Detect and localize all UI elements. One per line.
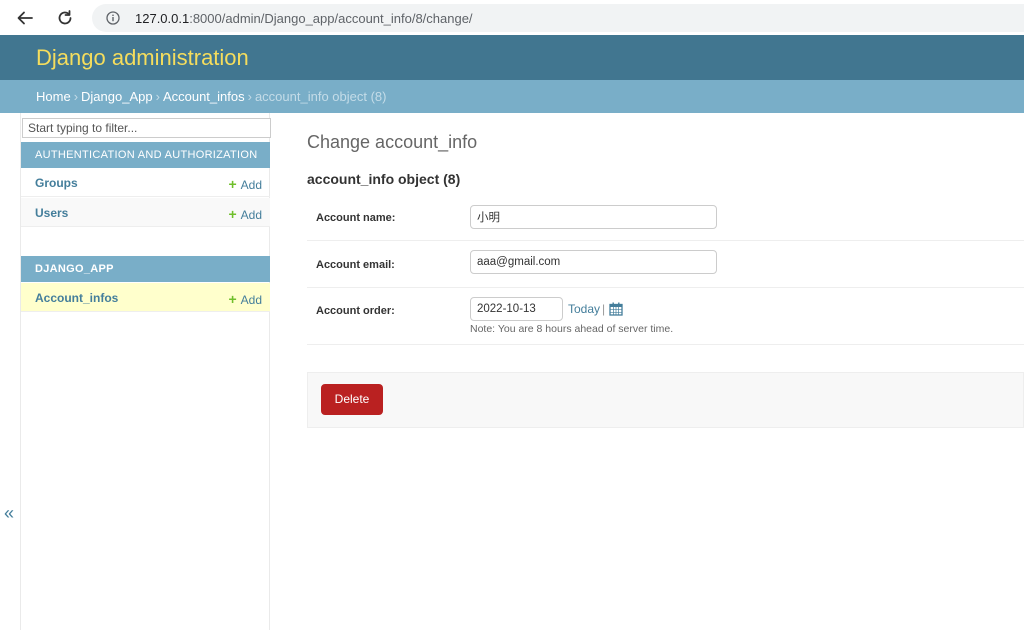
url-host: 127.0.0.1 — [135, 11, 190, 26]
module-caption-auth[interactable]: AUTHENTICATION AND AUTHORIZATION — [21, 142, 270, 168]
breadcrumb-separator: › — [73, 89, 79, 104]
account-order-label: Account order: — [316, 305, 395, 317]
browser-toolbar: 127.0.0.1:8000/admin/Django_app/account_… — [0, 0, 1024, 35]
form-row-account-name: Account name: — [307, 194, 1024, 241]
account-email-field[interactable] — [470, 250, 717, 274]
module-caption-django-app[interactable]: DJANGO_APP — [21, 256, 270, 282]
reload-icon — [58, 10, 72, 25]
form-row-account-email: Account email: — [307, 241, 1024, 288]
reload-button[interactable] — [52, 5, 78, 31]
account-name-label: Account name: — [316, 212, 396, 224]
page-title: Change account_info — [307, 132, 478, 152]
url-path: :8000/admin/Django_app/account_info/8/ch… — [189, 11, 473, 26]
plus-icon: + — [228, 176, 237, 192]
add-label: Add — [240, 208, 262, 222]
account-order-date-field[interactable] — [470, 297, 563, 321]
breadcrumb-separator: › — [155, 89, 160, 104]
timezone-help-text: Note: You are 8 hours ahead of server ti… — [470, 323, 674, 335]
sidebar-item-groups[interactable]: Groups + Add — [21, 168, 270, 197]
site-title[interactable]: Django administration — [36, 45, 249, 71]
sidebar-item-account-infos[interactable]: Account_infos + Add — [21, 283, 270, 312]
account-name-field[interactable] — [470, 205, 717, 229]
breadcrumb-app[interactable]: Django_App — [81, 89, 153, 104]
add-users-link[interactable]: + Add — [228, 206, 262, 222]
model-link-account-infos[interactable]: Account_infos — [35, 291, 118, 305]
add-label: Add — [240, 178, 262, 192]
delete-button[interactable]: Delete — [321, 384, 383, 415]
plus-icon: + — [228, 206, 237, 222]
back-arrow-icon — [17, 11, 33, 25]
object-title: account_info object (8) — [307, 171, 461, 187]
breadcrumb-current: account_info object (8) — [254, 89, 387, 104]
info-icon[interactable] — [106, 11, 120, 25]
address-bar[interactable]: 127.0.0.1:8000/admin/Django_app/account_… — [92, 4, 1024, 32]
calendar-icon[interactable] — [609, 302, 623, 316]
add-account-infos-link[interactable]: + Add — [228, 291, 262, 307]
model-link-groups[interactable]: Groups — [35, 176, 78, 190]
add-groups-link[interactable]: + Add — [228, 176, 262, 192]
submit-row: Delete — [307, 372, 1024, 428]
toggle-nav-sidebar[interactable]: « — [4, 503, 14, 524]
site-header: Django administration — [0, 35, 1024, 80]
breadcrumb-separator: › — [247, 89, 252, 104]
form-row-account-order: Account order: Today | Note: You are 8 h… — [307, 288, 1024, 345]
account-email-label: Account email: — [316, 259, 395, 271]
model-link-users[interactable]: Users — [35, 206, 68, 220]
breadcrumb-home[interactable]: Home — [36, 89, 71, 104]
today-link[interactable]: Today — [568, 302, 600, 316]
breadcrumb-model[interactable]: Account_infos — [163, 89, 245, 104]
nav-filter-input[interactable] — [22, 118, 271, 138]
sidebar-item-users[interactable]: Users + Add — [21, 198, 270, 227]
back-button[interactable] — [12, 5, 38, 31]
date-separator: | — [602, 302, 606, 316]
nav-sidebar: AUTHENTICATION AND AUTHORIZATION Groups … — [20, 113, 271, 630]
plus-icon: + — [228, 291, 237, 307]
url-text[interactable]: 127.0.0.1:8000/admin/Django_app/account_… — [135, 11, 473, 26]
add-label: Add — [240, 293, 262, 307]
breadcrumb: Home › Django_App › Account_infos › account_in… — [0, 80, 1024, 113]
